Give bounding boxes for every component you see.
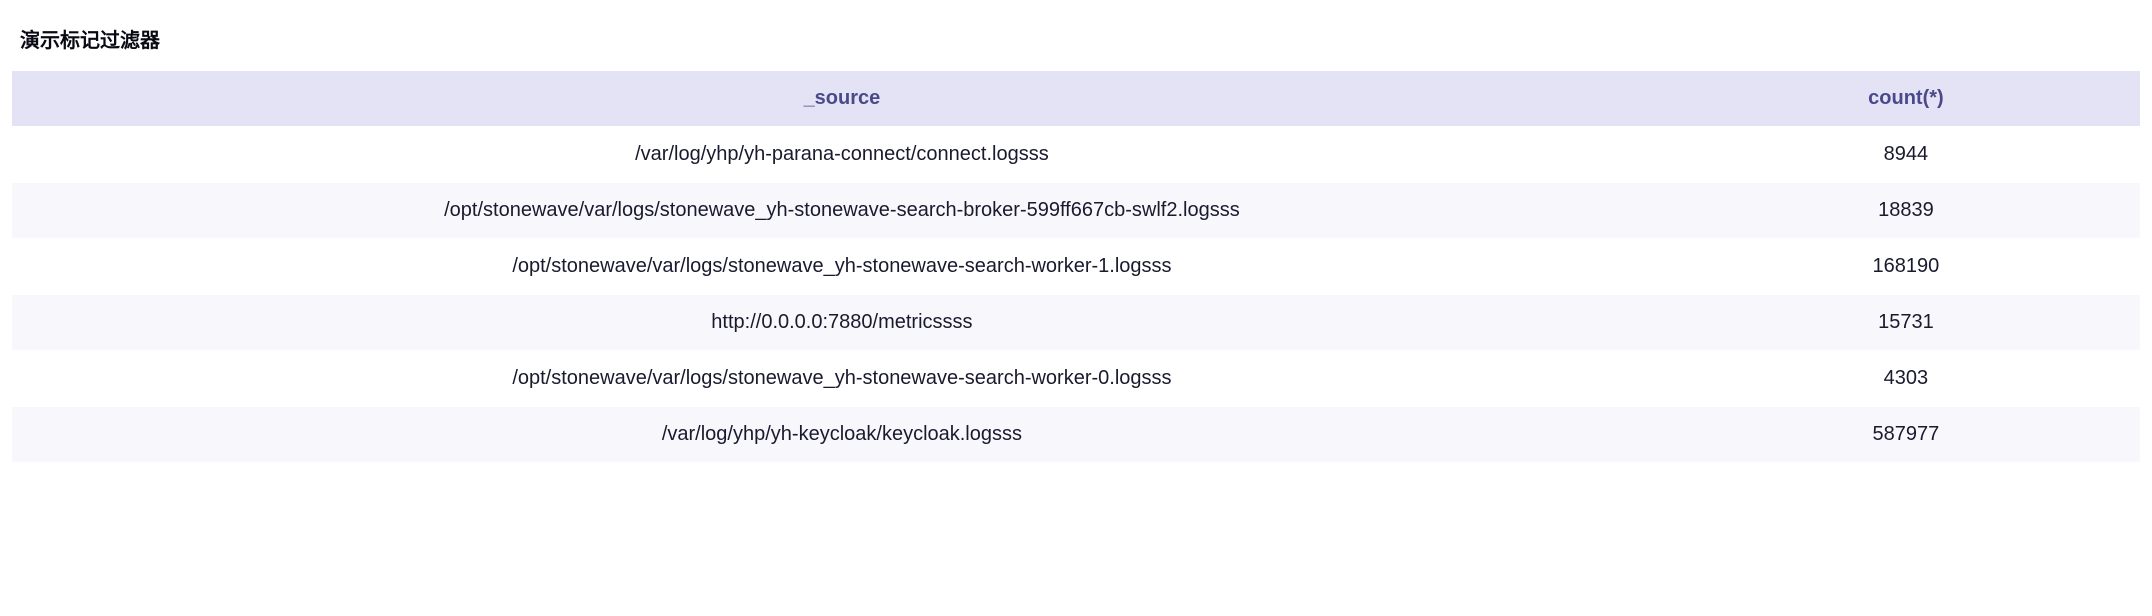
table-header-row: _source count(*) xyxy=(12,71,2140,127)
cell-count: 15731 xyxy=(1672,295,2140,351)
cell-source: /var/log/yhp/yh-keycloak/keycloak.logsss xyxy=(12,407,1672,463)
cell-source: http://0.0.0.0:7880/metricssss xyxy=(12,295,1672,351)
cell-count: 8944 xyxy=(1672,127,2140,183)
results-table: _source count(*) /var/log/yhp/yh-parana-… xyxy=(12,71,2140,462)
cell-source: /var/log/yhp/yh-parana-connect/connect.l… xyxy=(12,127,1672,183)
cell-source: /opt/stonewave/var/logs/stonewave_yh-sto… xyxy=(12,183,1672,239)
cell-count: 18839 xyxy=(1672,183,2140,239)
cell-count: 4303 xyxy=(1672,351,2140,407)
cell-count: 587977 xyxy=(1672,407,2140,463)
table-row: /opt/stonewave/var/logs/stonewave_yh-sto… xyxy=(12,351,2140,407)
filter-title: 演示标记过滤器 xyxy=(12,24,2140,53)
column-header-count[interactable]: count(*) xyxy=(1672,71,2140,127)
cell-source: /opt/stonewave/var/logs/stonewave_yh-sto… xyxy=(12,351,1672,407)
table-row: /var/log/yhp/yh-parana-connect/connect.l… xyxy=(12,127,2140,183)
cell-source: /opt/stonewave/var/logs/stonewave_yh-sto… xyxy=(12,239,1672,295)
table-row: /opt/stonewave/var/logs/stonewave_yh-sto… xyxy=(12,239,2140,295)
column-header-source[interactable]: _source xyxy=(12,71,1672,127)
cell-count: 168190 xyxy=(1672,239,2140,295)
table-row: /var/log/yhp/yh-keycloak/keycloak.logsss… xyxy=(12,407,2140,463)
table-row: http://0.0.0.0:7880/metricssss 15731 xyxy=(12,295,2140,351)
table-row: /opt/stonewave/var/logs/stonewave_yh-sto… xyxy=(12,183,2140,239)
